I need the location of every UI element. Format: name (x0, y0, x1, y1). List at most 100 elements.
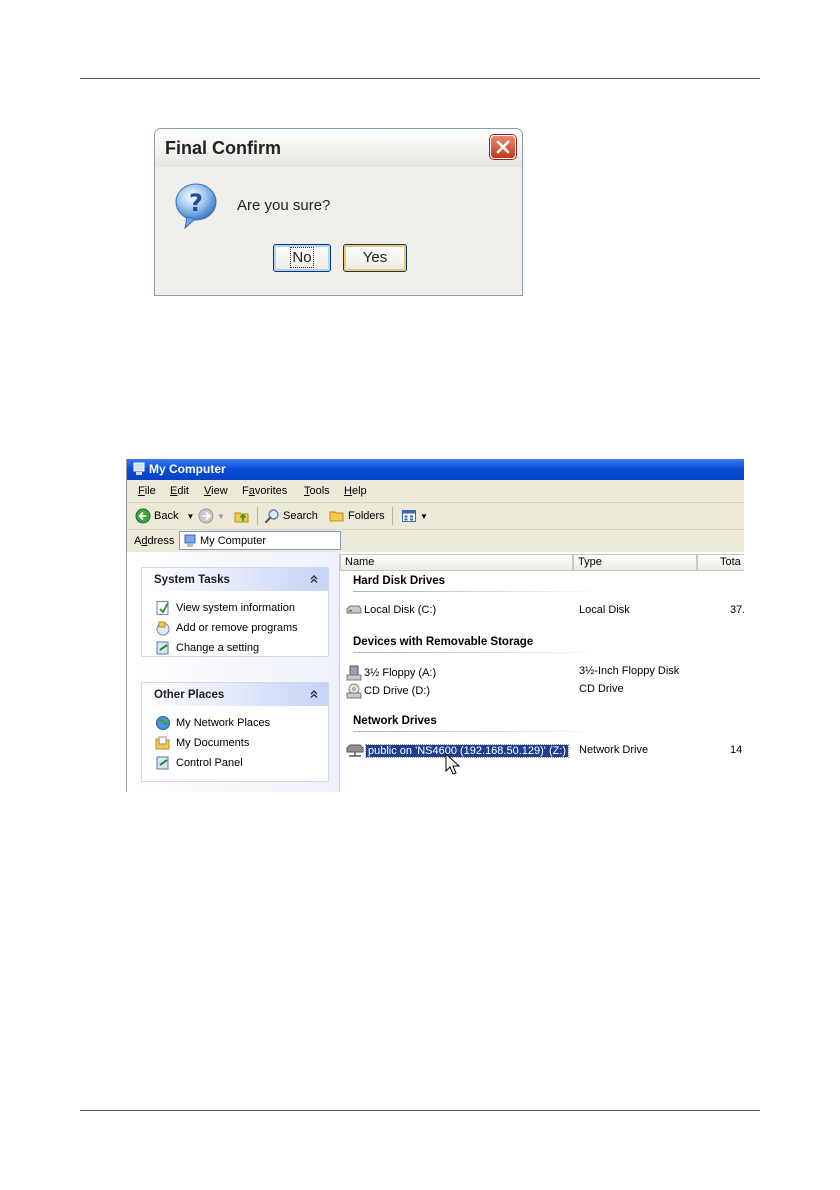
bottom-rule (80, 1110, 760, 1111)
floppy-drive-icon (346, 665, 362, 681)
system-tasks-panel: System Tasks View system information Add… (141, 567, 329, 657)
cd-drive-icon (346, 683, 362, 699)
drive-name: 3½ Floppy (A:) (364, 667, 437, 679)
group-divider (353, 652, 603, 653)
control-panel-icon (156, 641, 169, 655)
drive-type: Network Drive (579, 744, 649, 756)
task-label: View system information (176, 602, 296, 614)
other-places-header[interactable]: Other Places (142, 683, 328, 706)
address-input[interactable]: My Computer (179, 531, 341, 550)
drive-cd[interactable]: CD Drive (D:) (346, 683, 430, 699)
collapse-chevron-icon (310, 575, 318, 583)
system-tasks-title: System Tasks (154, 574, 230, 586)
menu-file[interactable]: File (138, 485, 156, 497)
network-drive-icon (346, 744, 364, 757)
my-computer-icon (133, 462, 145, 475)
other-places-title: Other Places (154, 689, 225, 701)
place-label: My Network Places (176, 717, 271, 729)
task-label: Add or remove programs (176, 622, 298, 634)
group-divider (353, 731, 603, 732)
address-label: Address (134, 535, 175, 547)
my-computer-window: My Computer File Edit View Favorites Too… (126, 459, 744, 792)
back-arrow-icon (135, 508, 151, 524)
task-view-system-info[interactable]: View system information (155, 600, 295, 616)
mouse-cursor-icon (445, 753, 461, 775)
my-computer-icon (184, 534, 196, 547)
column-header-type[interactable]: Type (573, 554, 697, 571)
menu-favorites[interactable]: Favorites (242, 485, 287, 497)
control-panel-icon (156, 756, 169, 770)
drive-local-disk[interactable]: Local Disk (C:) (346, 604, 436, 616)
menu-tools[interactable]: Tools (304, 485, 330, 497)
back-button[interactable]: Back ▼ (135, 508, 194, 524)
close-button[interactable] (490, 135, 516, 159)
search-icon (264, 509, 279, 524)
window-title: My Computer (149, 462, 226, 476)
yes-button-label: Yes (362, 249, 388, 266)
toolbar-separator (392, 507, 393, 525)
drive-name: Local Disk (C:) (364, 604, 437, 616)
back-label: Back (154, 510, 179, 522)
network-places-icon (156, 716, 170, 730)
drive-total: 14 (730, 744, 743, 756)
up-folder-icon (234, 512, 249, 523)
window-title-bar: My Computer (127, 459, 744, 480)
drive-total: 37. (730, 604, 744, 616)
group-divider (353, 591, 603, 592)
menu-bar: File Edit View Favorites Tools Help (127, 480, 744, 503)
chevron-down-icon: ▼ (420, 511, 428, 521)
views-button[interactable]: ▼ (401, 508, 428, 524)
place-label: My Documents (176, 737, 250, 749)
hard-disk-icon (346, 605, 362, 614)
file-list: Name Type Tota Hard Disk Drives Local Di… (340, 552, 744, 792)
drive-type: 3½-Inch Floppy Disk (579, 665, 680, 677)
final-confirm-dialog: Final Confirm ? Are you sure? No Yes (154, 128, 523, 296)
views-icon (402, 510, 416, 522)
place-control-panel[interactable]: Control Panel (155, 755, 243, 771)
task-label: Change a setting (176, 642, 260, 654)
drive-name: CD Drive (D:) (364, 685, 430, 697)
column-header-name[interactable]: Name (340, 554, 573, 571)
drive-type: Local Disk (579, 604, 630, 616)
chevron-down-icon: ▼ (217, 511, 225, 521)
drive-floppy[interactable]: 3½ Floppy (A:) (346, 665, 436, 681)
menu-help[interactable]: Help (344, 485, 367, 497)
top-rule (80, 78, 760, 79)
add-remove-programs-icon (156, 621, 170, 636)
forward-arrow-icon (198, 508, 214, 524)
task-add-remove-programs[interactable]: Add or remove programs (155, 620, 298, 636)
question-icon: ? (175, 183, 217, 230)
no-button[interactable]: No (273, 244, 331, 272)
search-button[interactable]: Search (264, 508, 318, 524)
dialog-message: Are you sure? (237, 197, 331, 214)
address-bar: Address My Computer (127, 530, 744, 553)
system-tasks-header[interactable]: System Tasks (142, 568, 328, 591)
search-label: Search (283, 510, 318, 522)
chevron-down-icon: ▼ (186, 511, 195, 521)
dialog-title-bar: Final Confirm (155, 129, 522, 167)
task-change-setting[interactable]: Change a setting (155, 640, 259, 656)
close-icon (496, 140, 510, 154)
up-folder-button[interactable] (234, 508, 250, 524)
toolbar-separator (257, 507, 258, 525)
forward-button[interactable]: ▼ (198, 508, 225, 524)
menu-view[interactable]: View (204, 485, 228, 497)
toolbar: Back ▼ ▼ Search Folders ▼ (127, 503, 744, 530)
place-label: Control Panel (176, 757, 243, 769)
no-button-label: No (290, 247, 314, 268)
group-removable-storage: Devices with Removable Storage (353, 636, 534, 648)
column-header-total[interactable]: Tota (697, 554, 744, 571)
yes-button[interactable]: Yes (343, 244, 407, 272)
folder-icon (329, 511, 344, 522)
group-network-drives: Network Drives (353, 715, 437, 727)
menu-edit[interactable]: Edit (170, 485, 189, 497)
place-my-network-places[interactable]: My Network Places (155, 715, 270, 731)
system-info-icon (156, 601, 169, 615)
place-my-documents[interactable]: My Documents (155, 735, 249, 751)
task-pane: System Tasks View system information Add… (127, 552, 340, 792)
drive-name: public on 'NS4600 (192.168.50.129)' (Z:) (364, 744, 570, 758)
folders-label: Folders (348, 510, 385, 522)
collapse-chevron-icon (310, 690, 318, 698)
folders-button[interactable]: Folders (329, 508, 385, 524)
drive-type: CD Drive (579, 683, 624, 695)
